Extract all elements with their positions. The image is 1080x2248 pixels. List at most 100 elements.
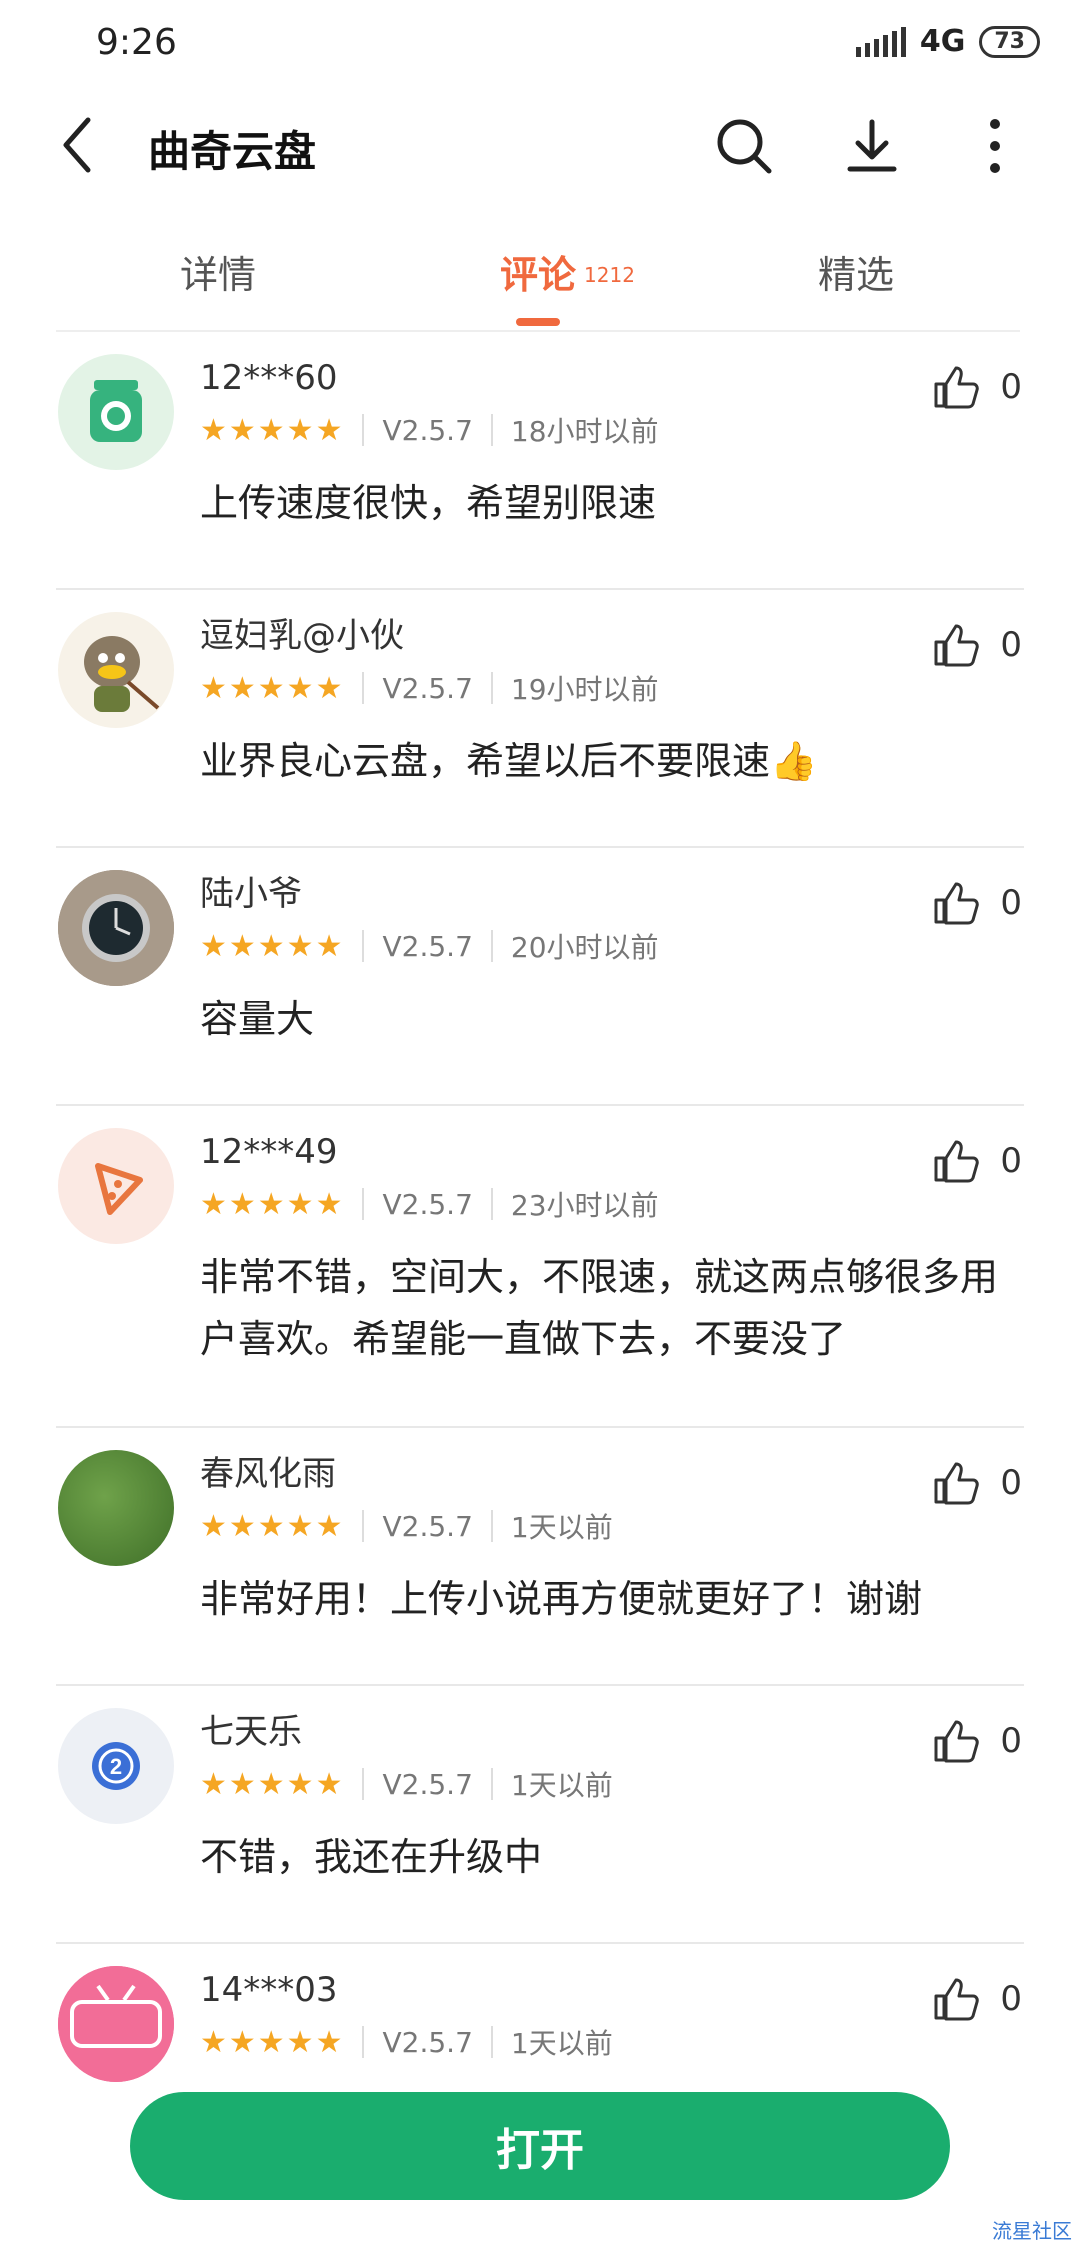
review-version: V2.5.7 bbox=[382, 929, 473, 963]
review-username: 春风化雨 bbox=[200, 1454, 336, 1494]
tab-bar: 详情 评论 1212 精选 bbox=[0, 230, 1080, 330]
like-count: 0 bbox=[1000, 1721, 1022, 1761]
rating-stars: ★★★★★ bbox=[200, 1186, 345, 1222]
review-username: 逗妇乳@小伙 bbox=[200, 616, 404, 656]
review-username: 12***49 bbox=[200, 1132, 338, 1172]
avatar[interactable]: 2 bbox=[58, 1708, 174, 1824]
review-text: 不错，我还在升级中 bbox=[200, 1835, 543, 1879]
review-item: 春风化雨 ★★★★★ V2.5.7 1天以前 非常好用！上传小说再方便就更好了！… bbox=[56, 1428, 1024, 1686]
review-text: 业界良心云盘，希望以后不要限速👍 bbox=[200, 739, 818, 783]
open-button[interactable]: 打开 bbox=[130, 2092, 950, 2200]
like-count: 0 bbox=[1000, 1979, 1022, 2019]
bilibili-logo-icon bbox=[58, 1966, 174, 2082]
rating-stars: ★★★★★ bbox=[200, 1508, 345, 1544]
review-item: 2 七天乐 ★★★★★ V2.5.7 1天以前 不错，我还在升级中 0 bbox=[56, 1686, 1024, 1944]
rating-stars: ★★★★★ bbox=[200, 928, 345, 964]
like-count: 0 bbox=[1000, 1141, 1022, 1181]
like-count: 0 bbox=[1000, 367, 1022, 407]
review-text: 上传速度很快，希望别限速 bbox=[200, 481, 657, 525]
review-text: 容量大 bbox=[200, 997, 315, 1041]
review-time: 1天以前 bbox=[510, 1511, 613, 1544]
review-version: V2.5.7 bbox=[382, 1187, 473, 1221]
rating-stars: ★★★★★ bbox=[200, 670, 345, 706]
thumbs-up-icon bbox=[934, 624, 980, 667]
comments-count: 1212 bbox=[584, 263, 635, 287]
review-meta: ★★★★★ V2.5.7 23小时以前 bbox=[200, 1176, 1024, 1232]
avatar[interactable] bbox=[58, 1128, 174, 1244]
search-icon[interactable] bbox=[714, 116, 774, 176]
tab-featured[interactable]: 精选 bbox=[818, 244, 894, 299]
tab-comments[interactable]: 评论 1212 bbox=[500, 244, 635, 299]
review-time: 23小时以前 bbox=[510, 1189, 659, 1222]
review-username: 陆小爷 bbox=[200, 874, 302, 914]
page-title: 曲奇云盘 bbox=[148, 127, 317, 176]
svg-text:2: 2 bbox=[110, 1754, 122, 1779]
like-button[interactable]: 0 bbox=[932, 620, 1022, 670]
back-icon[interactable] bbox=[56, 110, 104, 180]
review-username: 12***60 bbox=[200, 358, 338, 398]
avatar[interactable] bbox=[58, 612, 174, 728]
review-time: 19小时以前 bbox=[510, 673, 659, 706]
review-meta: ★★★★★ V2.5.7 18小时以前 bbox=[200, 402, 1024, 458]
number-two-icon: 2 bbox=[92, 1742, 140, 1790]
review-meta: ★★★★★ V2.5.7 1天以前 bbox=[200, 2014, 1024, 2070]
download-icon[interactable] bbox=[842, 116, 902, 176]
like-button[interactable]: 0 bbox=[932, 878, 1022, 928]
like-button[interactable]: 0 bbox=[932, 1974, 1022, 2024]
review-version: V2.5.7 bbox=[382, 2025, 473, 2059]
rating-stars: ★★★★★ bbox=[200, 2024, 345, 2060]
watermark: 流星社区 bbox=[992, 2219, 1072, 2243]
like-button[interactable]: 0 bbox=[932, 1458, 1022, 1508]
thumbs-up-icon bbox=[934, 1720, 980, 1763]
review-item: 逗妇乳@小伙 ★★★★★ V2.5.7 19小时以前 业界良心云盘，希望以后不要… bbox=[56, 590, 1024, 848]
review-version: V2.5.7 bbox=[382, 1509, 473, 1543]
thumbs-up-icon bbox=[934, 1462, 980, 1505]
status-bar: 9:26 4G 73 bbox=[0, 0, 1080, 96]
like-count: 0 bbox=[1000, 1463, 1022, 1503]
review-version: V2.5.7 bbox=[382, 671, 473, 705]
review-time: 18小时以前 bbox=[510, 415, 659, 448]
thumbs-up-icon bbox=[934, 366, 980, 409]
review-version: V2.5.7 bbox=[382, 1767, 473, 1801]
review-username: 14***03 bbox=[200, 1970, 338, 2010]
review-username: 七天乐 bbox=[200, 1712, 302, 1752]
review-time: 20小时以前 bbox=[510, 931, 659, 964]
like-button[interactable]: 0 bbox=[932, 1716, 1022, 1766]
avatar[interactable] bbox=[58, 1966, 174, 2082]
avatar[interactable] bbox=[58, 1450, 174, 1566]
review-time: 1天以前 bbox=[510, 2027, 613, 2060]
status-time: 9:26 bbox=[96, 22, 177, 63]
review-item: 陆小爷 ★★★★★ V2.5.7 20小时以前 容量大 0 bbox=[56, 848, 1024, 1106]
review-time: 1天以前 bbox=[510, 1769, 613, 1802]
like-button[interactable]: 0 bbox=[932, 1136, 1022, 1186]
avatar[interactable] bbox=[58, 870, 174, 986]
active-tab-indicator bbox=[516, 318, 560, 326]
watch-photo-icon bbox=[58, 870, 174, 986]
thumbs-up-icon bbox=[934, 882, 980, 925]
like-button[interactable]: 0 bbox=[932, 362, 1022, 412]
review-meta: ★★★★★ V2.5.7 19小时以前 bbox=[200, 660, 1024, 716]
like-count: 0 bbox=[1000, 625, 1022, 665]
review-text: 非常好用！上传小说再方便就更好了！谢谢 bbox=[200, 1577, 923, 1621]
network-type: 4G bbox=[919, 24, 966, 59]
review-text: 非常不错，空间大，不限速，就这两点够很多用户喜欢。希望能一直做下去，不要没了 bbox=[200, 1255, 999, 1361]
tab-comments-label: 评论 bbox=[500, 253, 577, 297]
review-item: 12***49 ★★★★★ V2.5.7 23小时以前 非常不错，空间大，不限速… bbox=[56, 1106, 1024, 1428]
review-meta: ★★★★★ V2.5.7 1天以前 bbox=[200, 1498, 1024, 1554]
review-version: V2.5.7 bbox=[382, 413, 473, 447]
status-indicators: 4G 73 bbox=[855, 24, 1040, 59]
more-icon[interactable] bbox=[980, 116, 1010, 176]
thumbs-up-icon bbox=[934, 1978, 980, 2021]
avatar[interactable] bbox=[58, 354, 174, 470]
signal-icon bbox=[855, 26, 906, 57]
battery-icon: 73 bbox=[979, 25, 1040, 58]
rating-stars: ★★★★★ bbox=[200, 1766, 345, 1802]
pizza-icon bbox=[95, 1163, 143, 1215]
cartoon-avatar-icon bbox=[84, 636, 160, 712]
rating-stars: ★★★★★ bbox=[200, 412, 345, 448]
review-meta: ★★★★★ V2.5.7 20小时以前 bbox=[200, 918, 1024, 974]
jar-icon bbox=[90, 380, 142, 442]
tab-details[interactable]: 详情 bbox=[180, 244, 256, 299]
thumbs-up-icon bbox=[934, 1140, 980, 1183]
review-meta: ★★★★★ V2.5.7 1天以前 bbox=[200, 1756, 1024, 1812]
